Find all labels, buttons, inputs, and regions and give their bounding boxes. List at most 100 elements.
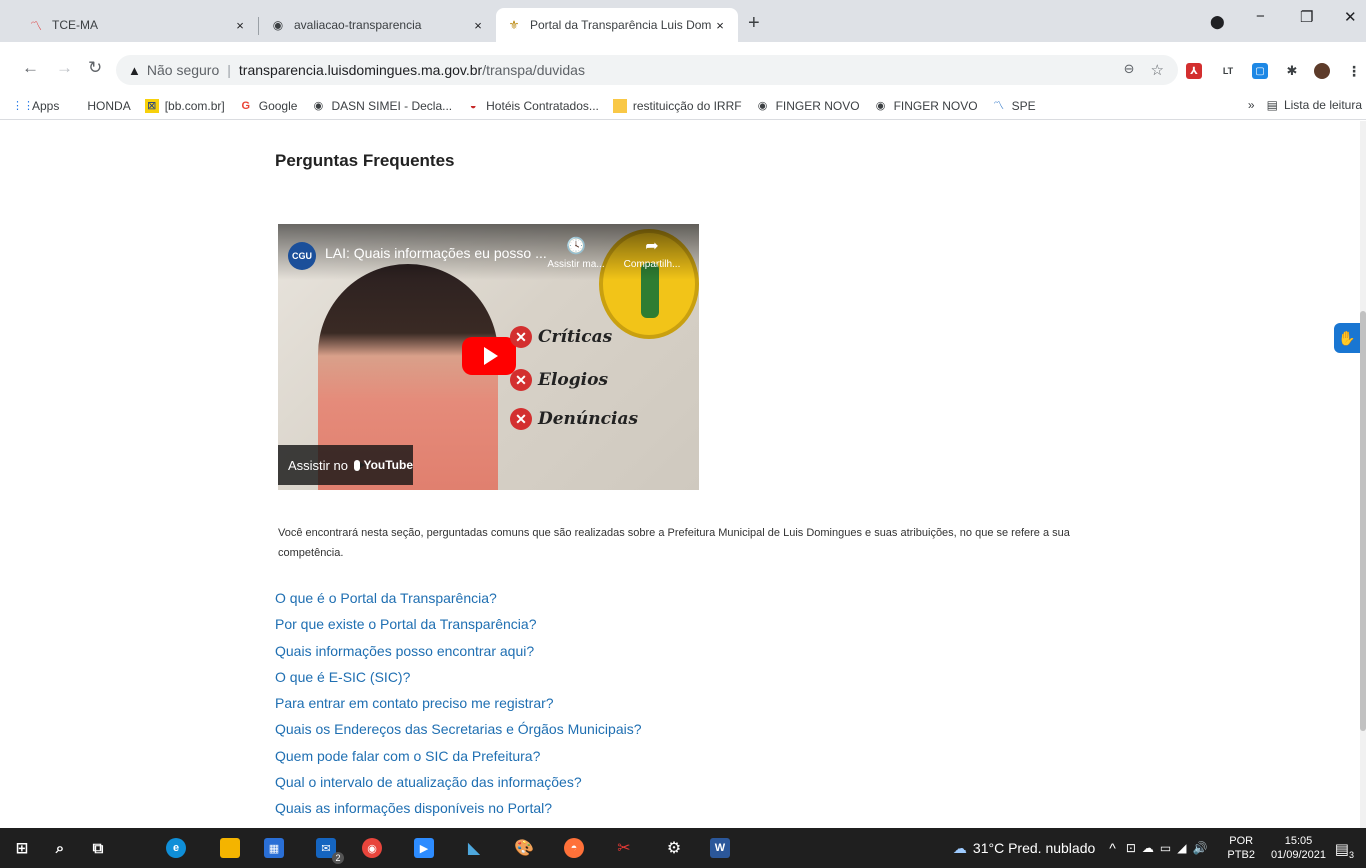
- notification-center-icon[interactable]: ▤3: [1335, 840, 1354, 860]
- windows-start-icon[interactable]: ⊞: [12, 838, 32, 858]
- weather-icon[interactable]: ☁: [953, 840, 967, 857]
- tab-title: TCE-MA: [52, 18, 98, 32]
- bookmark-bb[interactable]: ⊠ [bb.com.br]: [144, 98, 225, 113]
- zoom-icon[interactable]: ⊖: [1124, 61, 1135, 79]
- bookmark-hoteis[interactable]: ◒ Hotéis Contratados...: [466, 99, 599, 113]
- watch-later-button[interactable]: 🕓 Assistir ma...: [546, 236, 606, 270]
- faq-link[interactable]: Quem pode falar com o SIC da Prefeitura?: [275, 743, 642, 769]
- clock-time: 15:05: [1284, 835, 1313, 847]
- edge-browser-icon[interactable]: e: [166, 838, 186, 858]
- play-button[interactable]: [462, 337, 516, 375]
- notification-count: 3: [1348, 850, 1354, 860]
- puzzle-extension-icon[interactable]: ✱: [1284, 63, 1300, 79]
- bookmark-label: Google: [258, 98, 298, 113]
- tab-close-button[interactable]: ×: [470, 18, 486, 33]
- warning-icon[interactable]: ▲: [128, 63, 141, 78]
- scrollbar-thumb[interactable]: [1360, 311, 1366, 731]
- section-description: Você encontrará nesta seção, perguntadas…: [278, 527, 1070, 559]
- google-g-icon: G: [241, 99, 251, 112]
- x-mark-icon: ✕: [510, 369, 532, 391]
- tab-strip: 〽 TCE-MA × ◉ avaliacao-transparencia × ⚜…: [0, 0, 1366, 42]
- bookmark-honda[interactable]: HONDA: [87, 99, 130, 113]
- file-explorer-icon[interactable]: [220, 838, 240, 858]
- lt-extension-icon[interactable]: LT: [1220, 63, 1236, 79]
- clock-icon: 🕓: [566, 238, 586, 255]
- menu-kebab-icon[interactable]: ⋮: [1346, 63, 1362, 79]
- faq-link[interactable]: Para entrar em contato preciso me regist…: [275, 690, 642, 716]
- bookmark-restituicao[interactable]: restituicção do IRRF: [612, 98, 742, 113]
- pdf-extension-icon[interactable]: ⅄: [1186, 63, 1202, 79]
- share-button[interactable]: ➦ Compartilh...: [622, 236, 682, 270]
- snipping-tool-icon[interactable]: ✂: [614, 838, 634, 858]
- watch-on-youtube-button[interactable]: Assistir no YouTube: [278, 445, 413, 485]
- faq-link[interactable]: O que é o Portal da Transparência?: [275, 585, 642, 611]
- paint-icon[interactable]: 🎨: [514, 838, 534, 858]
- bookmark-star-icon[interactable]: ☆: [1151, 61, 1164, 79]
- app-icon[interactable]: ◣: [464, 838, 484, 858]
- url-host: transparencia.luisdomingues.ma.gov.br: [238, 62, 483, 78]
- chrome-icon[interactable]: ◉: [362, 838, 382, 858]
- bookmark-apps[interactable]: ⋮⋮ Apps: [12, 99, 59, 113]
- search-icon[interactable]: ⌕: [50, 838, 70, 858]
- globe-icon: ◉: [313, 99, 324, 112]
- app-icon[interactable]: ⚙: [664, 838, 684, 858]
- reload-button[interactable]: ↻: [88, 58, 102, 78]
- bookmark-finger-novo-1[interactable]: ◉ FINGER NOVO: [756, 99, 860, 113]
- faq-link[interactable]: Quais as informações disponíveis no Port…: [275, 795, 642, 821]
- close-window-button[interactable]: ✕: [1344, 8, 1357, 26]
- new-tab-button[interactable]: +: [748, 12, 760, 35]
- task-view-icon[interactable]: ⧉: [88, 838, 108, 858]
- page-scrollbar[interactable]: [1360, 121, 1366, 828]
- accessibility-sign-language-icon[interactable]: ✋: [1334, 323, 1360, 353]
- x-mark-icon: ✕: [510, 408, 532, 430]
- tray-icons[interactable]: ⊡☁▭◢🔊: [1126, 841, 1214, 855]
- restore-button[interactable]: ❐: [1300, 8, 1313, 26]
- weather-text[interactable]: 31°C Pred. nublado: [973, 840, 1095, 856]
- bookmark-spe[interactable]: 〽 SPE: [992, 99, 1036, 113]
- minimize-button[interactable]: −: [1256, 8, 1265, 25]
- tab-close-button[interactable]: ×: [232, 18, 248, 33]
- tab-avaliacao[interactable]: ◉ avaliacao-transparencia ×: [260, 8, 496, 42]
- channel-logo[interactable]: CGU: [288, 242, 316, 270]
- tab-portal-transparencia[interactable]: ⚜ Portal da Transparência Luis Dom ×: [496, 8, 738, 42]
- tab-extension-icon[interactable]: ▢: [1252, 63, 1268, 79]
- store-icon[interactable]: ▦: [264, 838, 284, 858]
- bookmark-dasn[interactable]: ◉ DASN SIMEI - Decla...: [311, 99, 453, 113]
- bookmark-label: restituicção do IRRF: [632, 98, 742, 113]
- faq-link[interactable]: Quais os Endereços das Secretarias e Órg…: [275, 716, 642, 742]
- faq-link[interactable]: Quais informações posso encontrar aqui?: [275, 638, 642, 664]
- globe-icon: ◉: [272, 18, 284, 32]
- faq-link[interactable]: Por que existe o Portal da Transparência…: [275, 611, 642, 637]
- clock[interactable]: 15:05 01/09/2021: [1271, 834, 1326, 862]
- youtube-label: YouTube: [363, 458, 413, 472]
- reading-list-label[interactable]: Lista de leitura: [1284, 98, 1362, 112]
- faq-link[interactable]: O que é E-SIC (SIC)?: [275, 664, 642, 690]
- forward-button[interactable]: →: [56, 58, 73, 78]
- youtube-video-embed[interactable]: CGU LAI: Quais informações eu posso ... …: [278, 224, 699, 490]
- address-bar[interactable]: ▲ Não seguro | transparencia.luisdomingu…: [116, 55, 1178, 85]
- bookmark-google[interactable]: G Google: [239, 98, 298, 113]
- tray-expand-icon[interactable]: ^: [1109, 840, 1116, 856]
- zoom-icon[interactable]: ▶: [414, 838, 434, 858]
- reading-list-icon[interactable]: ▤: [1267, 98, 1278, 112]
- bookmark-label: FINGER NOVO: [893, 98, 978, 113]
- faq-link[interactable]: Qual o intervalo de atualização das info…: [275, 769, 642, 795]
- bookmark-finger-novo-2[interactable]: ◉ FINGER NOVO: [874, 99, 978, 113]
- video-title[interactable]: LAI: Quais informações eu posso ...: [325, 245, 547, 261]
- profile-icon[interactable]: ⬤: [1210, 14, 1225, 30]
- share-arrow-icon: ➦: [645, 238, 659, 255]
- chart-line-icon: 〽: [993, 99, 1005, 112]
- tab-tce-ma[interactable]: 〽 TCE-MA ×: [18, 8, 258, 42]
- keyboard-layout: PTB2: [1227, 849, 1255, 861]
- bookmarks-overflow-button[interactable]: »: [1248, 98, 1255, 112]
- word-icon[interactable]: W: [710, 838, 730, 858]
- firefox-icon[interactable]: ◓: [564, 838, 584, 858]
- back-button[interactable]: ←: [22, 58, 39, 78]
- security-label[interactable]: Não seguro: [147, 62, 219, 78]
- avatar[interactable]: [1314, 63, 1330, 79]
- folder-icon: [612, 98, 627, 113]
- bb-logo-icon: ⊠: [144, 98, 159, 113]
- hotel-icon: ◒: [469, 99, 477, 112]
- input-language[interactable]: POR PTB2: [1227, 834, 1255, 862]
- tab-close-button[interactable]: ×: [712, 18, 728, 33]
